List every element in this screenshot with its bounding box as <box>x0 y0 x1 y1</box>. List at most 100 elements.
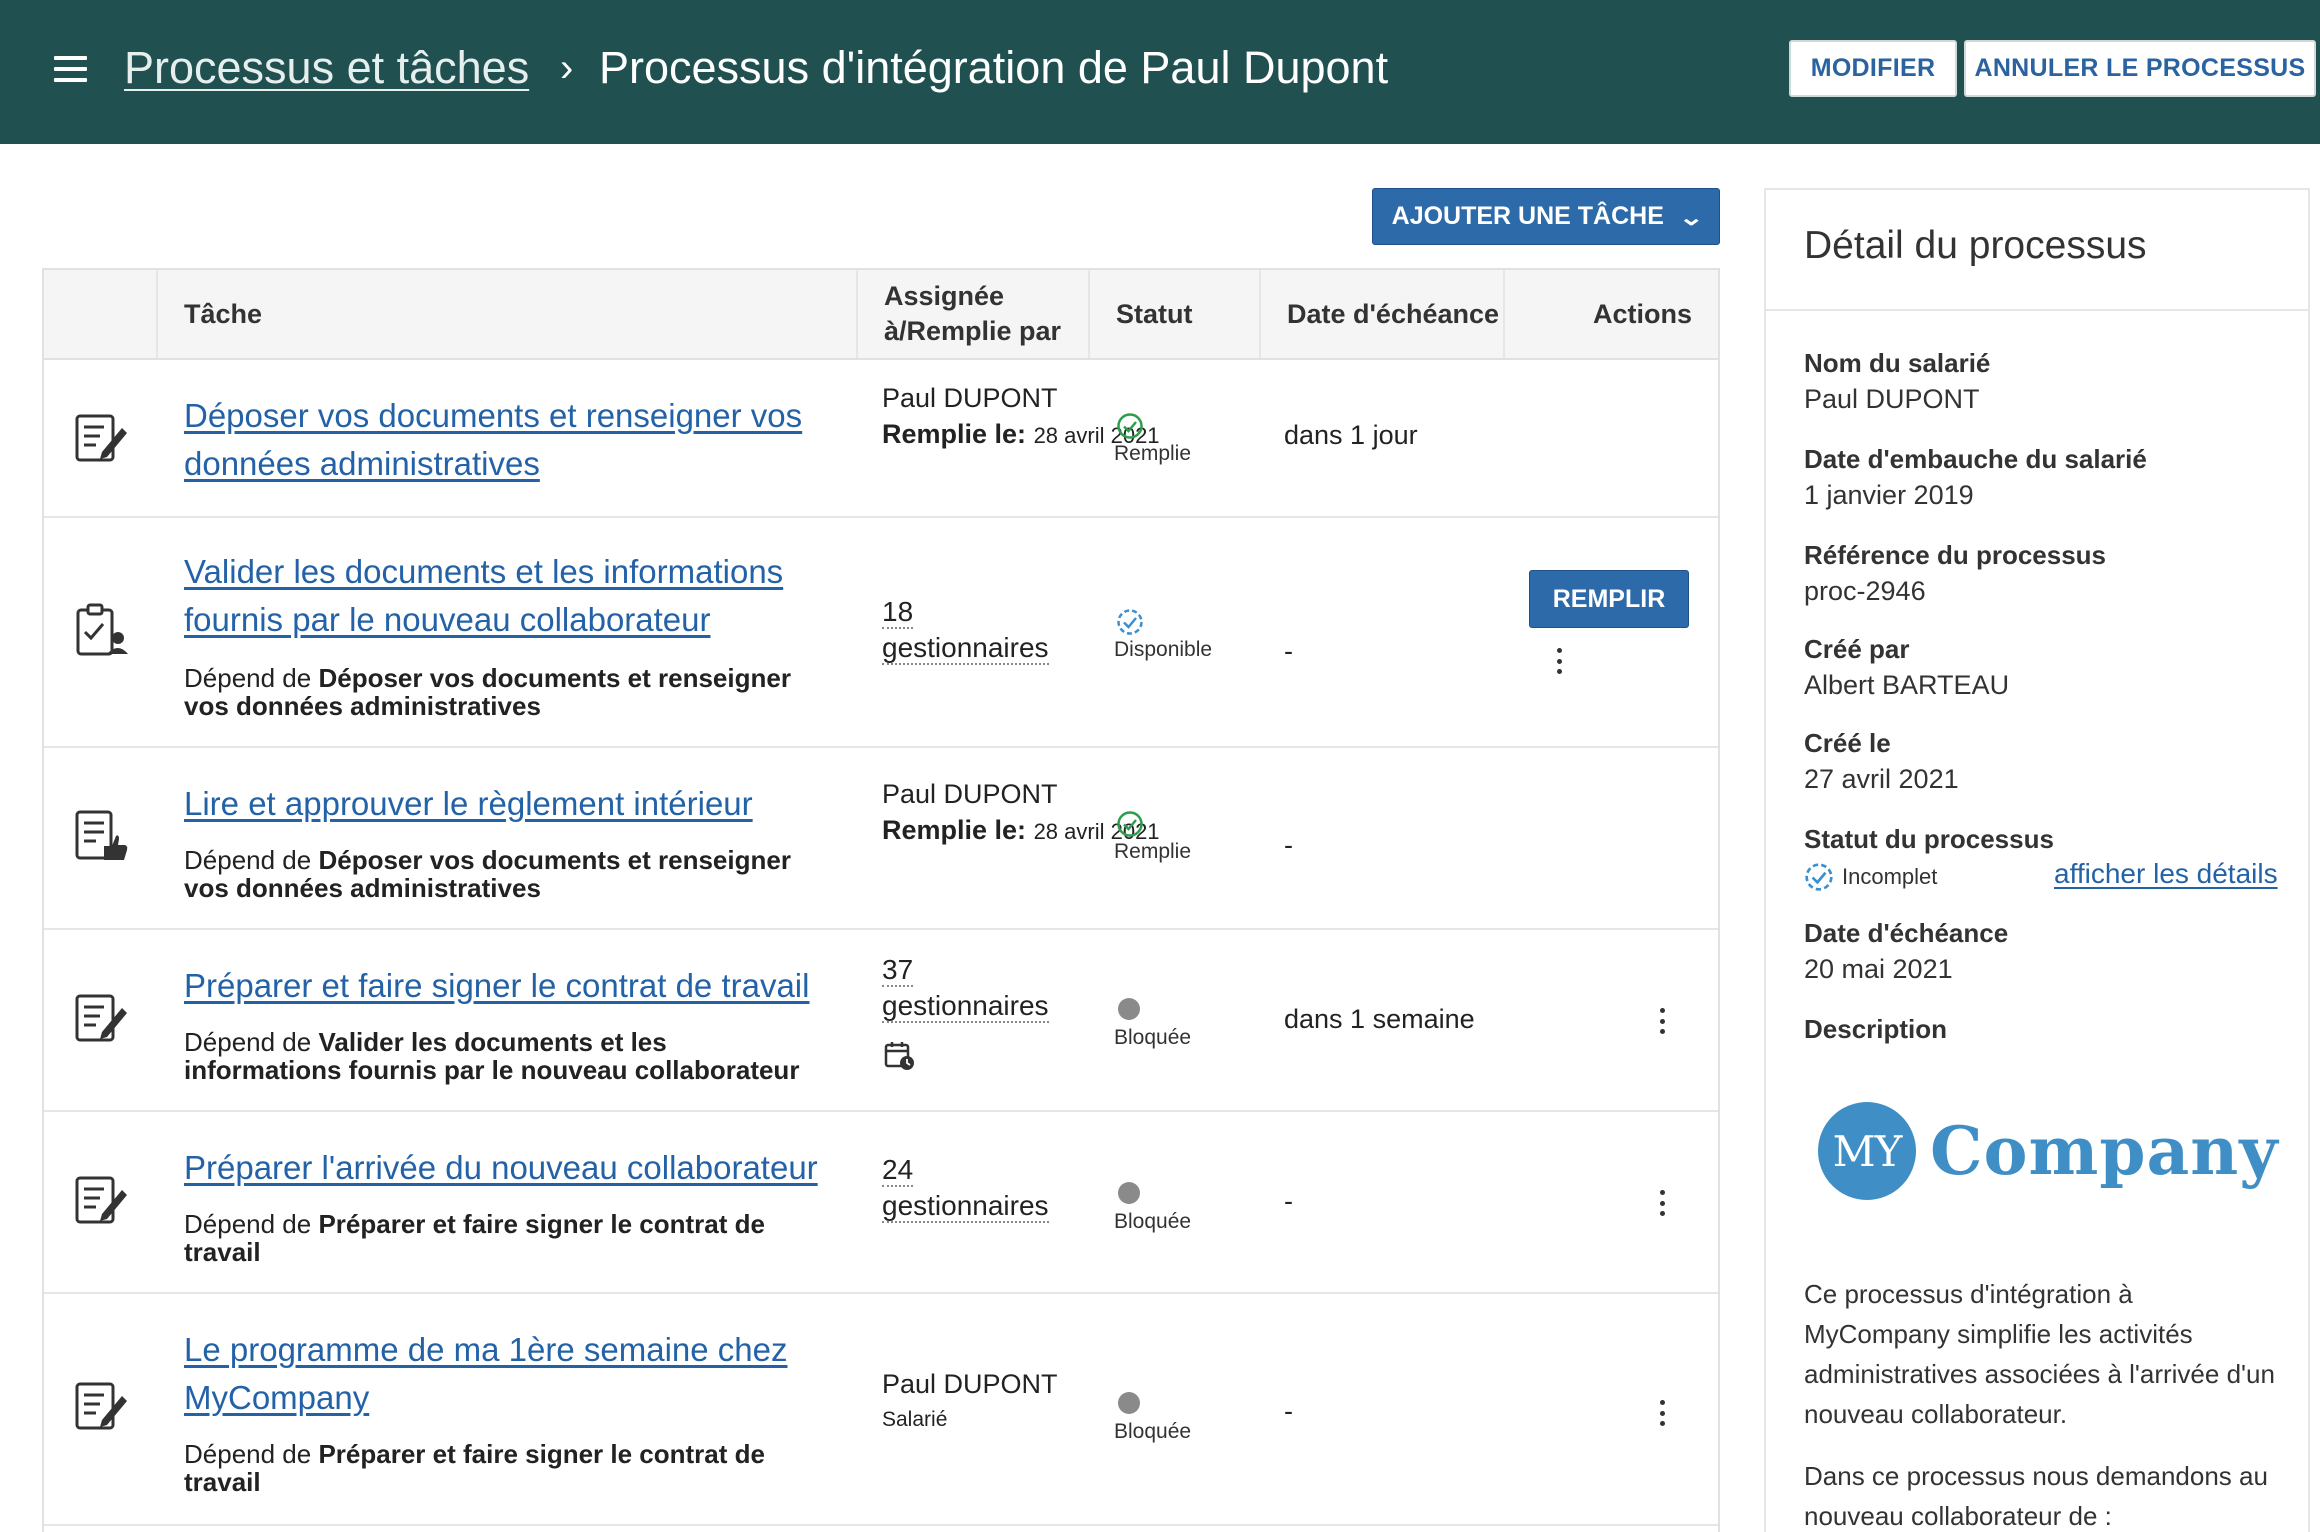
manager-label: gestionnaires <box>882 1190 1049 1223</box>
form-edit-icon <box>75 1382 127 1430</box>
task-dependency: Dépend de Valider les documents et les i… <box>184 1028 824 1084</box>
logo-text: Company <box>1930 1112 2279 1190</box>
column-header-status: Statut <box>1088 270 1259 358</box>
hire-date-label: Date d'embauche du salarié <box>1804 444 2147 474</box>
table-row: Déposer vos documents et renseigner vos … <box>44 360 1718 518</box>
column-header-due: Date d'échéance <box>1259 270 1503 358</box>
blocked-dot-icon <box>1118 998 1140 1020</box>
check-circle-icon <box>1117 811 1143 837</box>
description-paragraph: Ce processus d'intégration à MyCompany s… <box>1804 1279 2275 1429</box>
manager-count: 18 <box>882 596 914 629</box>
tasks-table: Tâche Assignée à/Remplie par Statut Date… <box>42 268 1720 1532</box>
status-badge: Bloquée <box>1114 998 1191 1050</box>
task-link[interactable]: Le programme de ma 1ère semaine chez MyC… <box>184 1326 824 1422</box>
process-status: Incomplet <box>1804 862 1937 892</box>
status-badge: Bloquée <box>1114 1182 1191 1234</box>
form-edit-icon <box>75 414 127 462</box>
filled-label: Remplie le: <box>882 419 1027 449</box>
due-date: - <box>1284 1186 1293 1216</box>
assignee-group[interactable]: 37 gestionnaires <box>882 952 1049 1024</box>
task-link[interactable]: Lire et approuver le règlement intérieur <box>184 780 824 828</box>
cancel-process-button[interactable]: ANNULER LE PROCESSUS <box>1964 40 2316 97</box>
panel-title: Détail du processus <box>1804 224 2147 267</box>
status-text: Bloquée <box>1114 1026 1192 1049</box>
dashed-check-circle-icon <box>1117 609 1143 635</box>
manager-label: gestionnaires <box>882 632 1049 665</box>
due-date-label: Date d'échéance <box>1804 918 2009 948</box>
check-circle-icon <box>1117 413 1143 439</box>
created-by-label: Créé par <box>1804 634 1910 664</box>
hire-date-value: 1 janvier 2019 <box>1804 480 1974 510</box>
filled-label: Remplie le: <box>882 815 1027 845</box>
status-text: Remplie <box>1114 840 1192 863</box>
table-header: Tâche Assignée à/Remplie par Statut Date… <box>44 270 1718 360</box>
description-paragraph: Dans ce processus nous demandons au nouv… <box>1804 1461 2268 1531</box>
more-actions-icon[interactable] <box>1652 1396 1672 1430</box>
created-on-label: Créé le <box>1804 728 1891 758</box>
add-task-button[interactable]: AJOUTER UNE TÂCHE ⌄ <box>1372 188 1720 245</box>
page-title: Processus d'intégration de Paul Dupont <box>599 42 1389 93</box>
status-text: Remplie <box>1114 442 1192 465</box>
task-link[interactable]: Préparer et faire signer le contrat de t… <box>184 962 824 1010</box>
assignee-name: Paul DUPONT <box>882 779 1058 809</box>
task-link[interactable]: Valider les documents et les information… <box>184 548 824 644</box>
panel-header: Détail du processus <box>1766 190 2308 311</box>
assignee-name: Paul DUPONT <box>882 1369 1058 1399</box>
task-dependency: Dépend de Déposer vos documents et rense… <box>184 664 824 720</box>
manager-label: gestionnaires <box>882 990 1049 1023</box>
task-dependency: Dépend de Préparer et faire signer le co… <box>184 1210 824 1266</box>
assignee-group[interactable]: 18 gestionnaires <box>882 594 1049 666</box>
depends-prefix: Dépend de <box>184 663 312 693</box>
manager-count: 37 <box>882 954 914 987</box>
more-actions-icon[interactable] <box>1652 1004 1672 1038</box>
logo-circle: MY <box>1818 1102 1916 1200</box>
created-on-value: 27 avril 2021 <box>1804 764 1959 794</box>
column-header-assignee: Assignée à/Remplie par <box>856 270 1088 358</box>
company-logo: MY Company <box>1818 1102 2279 1200</box>
menu-icon[interactable] <box>54 56 87 82</box>
table-row: Lire et approuver le règlement intérieur… <box>44 748 1718 930</box>
show-details-link[interactable]: afficher les détails <box>2054 858 2278 890</box>
column-header-actions: Actions <box>1503 270 1718 358</box>
due-date-value: 20 mai 2021 <box>1804 954 1953 984</box>
column-header-task: Tâche <box>156 270 856 358</box>
depends-prefix: Dépend de <box>184 1439 312 1469</box>
depends-prefix: Dépend de <box>184 1209 312 1239</box>
chevron-down-icon: ⌄ <box>1678 204 1705 230</box>
status-text: Bloquée <box>1114 1210 1192 1233</box>
task-link[interactable]: Déposer vos documents et renseigner vos … <box>184 392 824 488</box>
depends-prefix: Dépend de <box>184 845 312 875</box>
due-date: - <box>1284 636 1293 666</box>
table-row: Préparer et faire signer le contrat de t… <box>44 930 1718 1112</box>
status-badge: Bloquée <box>1114 1392 1191 1444</box>
icon-column-header <box>44 270 156 358</box>
form-edit-icon <box>75 1176 127 1224</box>
assignee-group[interactable]: 24 gestionnaires <box>882 1152 1049 1224</box>
table-row: Préparer l'arrivée du nouveau collaborat… <box>44 1112 1718 1294</box>
edit-button[interactable]: MODIFIER <box>1789 40 1957 97</box>
fill-task-button[interactable]: REMPLIR <box>1529 570 1689 628</box>
table-row: Le programme de ma 1ère semaine chez MyC… <box>44 1294 1718 1526</box>
process-status-value: Incomplet <box>1842 864 1938 889</box>
calendar-clock-icon <box>884 1042 914 1070</box>
employee-label: Nom du salarié <box>1804 348 1991 378</box>
manager-count: 24 <box>882 1154 914 1187</box>
status-text: Disponible <box>1114 638 1213 661</box>
add-task-label: AJOUTER UNE TÂCHE <box>1391 202 1664 230</box>
form-edit-icon <box>75 994 127 1042</box>
due-date: - <box>1284 1396 1293 1426</box>
table-row: Valider les documents et les information… <box>44 518 1718 748</box>
due-date: dans 1 semaine <box>1284 1004 1475 1034</box>
more-actions-icon[interactable] <box>1549 644 1569 678</box>
blocked-dot-icon <box>1118 1392 1140 1414</box>
top-bar: Processus et tâches › Processus d'intégr… <box>0 0 2320 144</box>
breadcrumb-parent-link[interactable]: Processus et tâches <box>124 40 529 96</box>
due-date: - <box>1284 830 1293 860</box>
clipboard-user-icon <box>76 603 128 656</box>
status-badge: Disponible <box>1114 608 1212 662</box>
description-label: Description <box>1804 1014 1948 1044</box>
more-actions-icon[interactable] <box>1652 1186 1672 1220</box>
task-dependency: Dépend de Déposer vos documents et rense… <box>184 846 824 902</box>
process-status-label: Statut du processus <box>1804 824 2054 854</box>
task-link[interactable]: Préparer l'arrivée du nouveau collaborat… <box>184 1144 824 1192</box>
